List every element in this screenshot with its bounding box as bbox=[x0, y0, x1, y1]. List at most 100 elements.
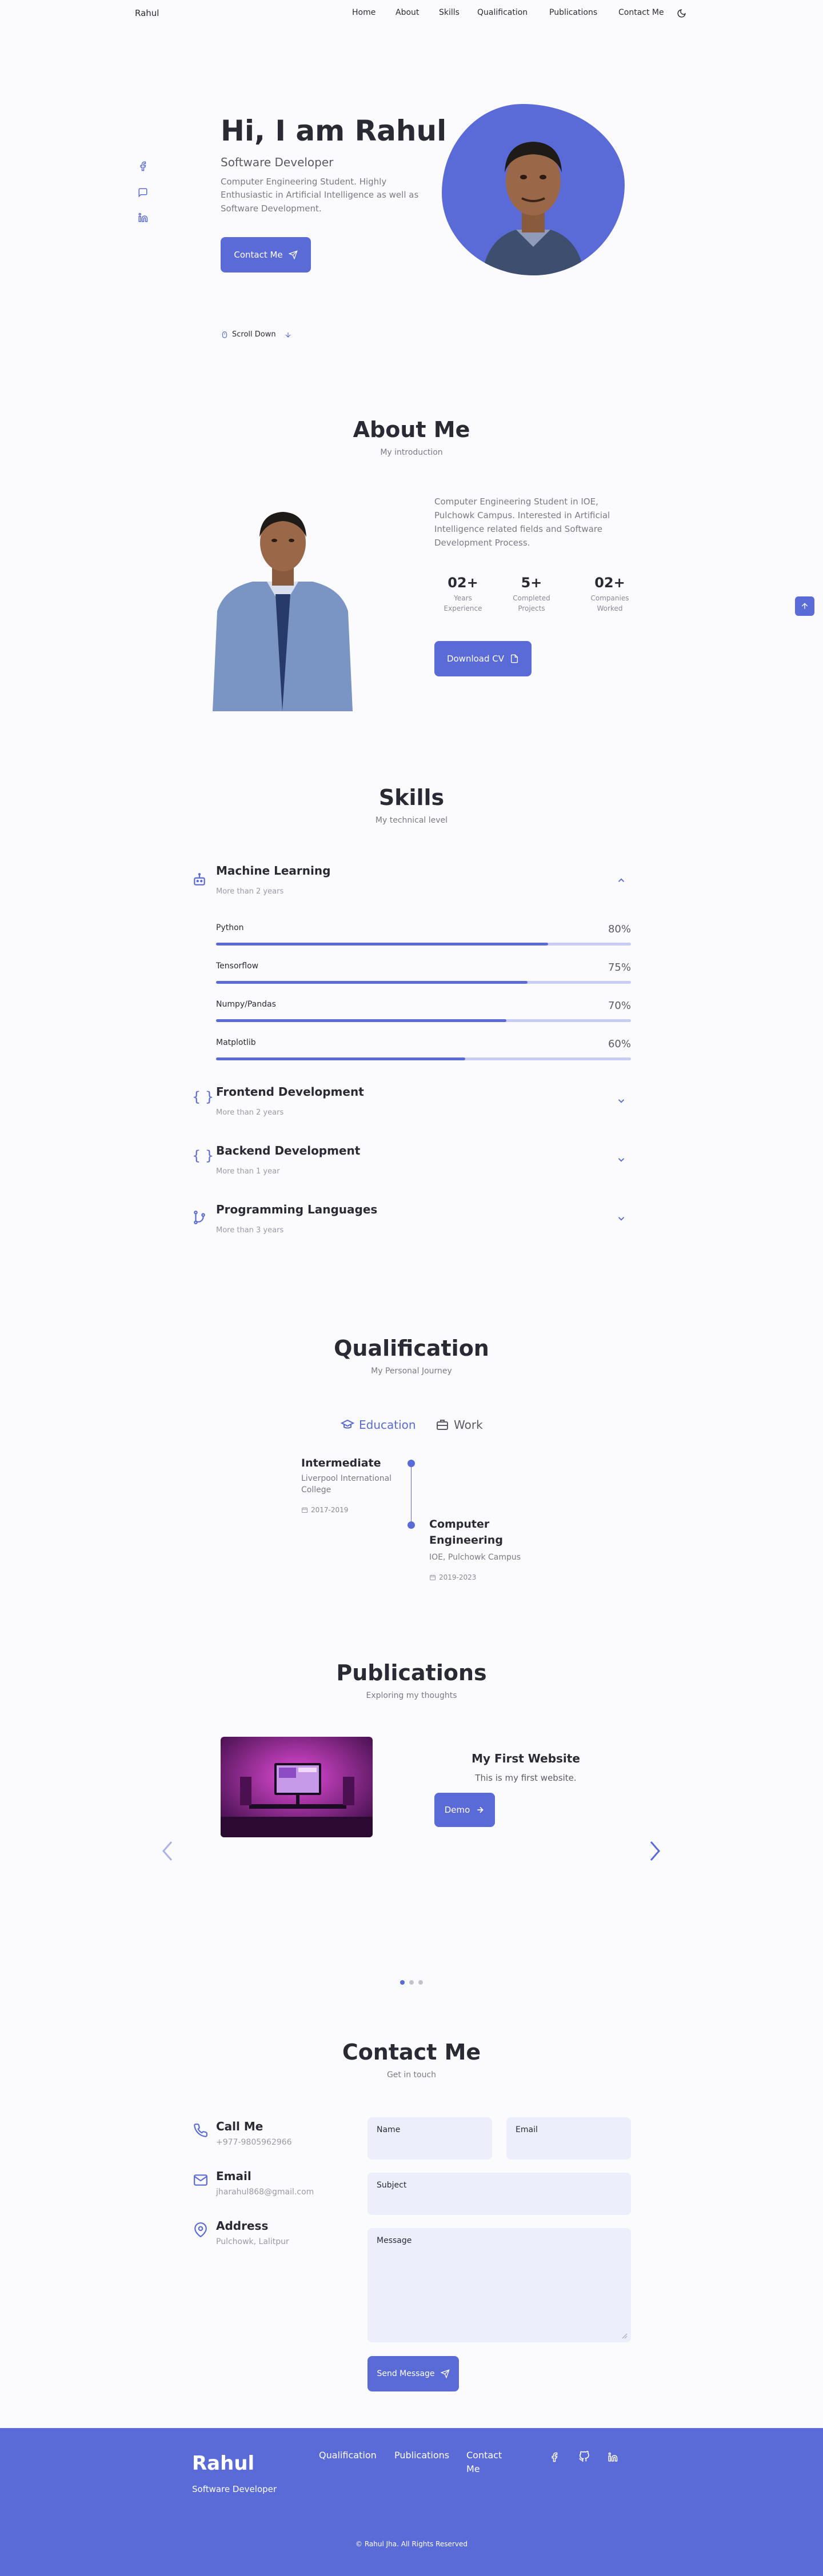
entry-title: Engineering bbox=[429, 1534, 503, 1547]
entry-date: 2017-2019 bbox=[301, 1506, 348, 1514]
git-branch-icon bbox=[194, 1211, 205, 1224]
footer-link-qualification[interactable]: Qualification bbox=[319, 2449, 377, 2462]
chevron-down-icon[interactable] bbox=[616, 1213, 626, 1224]
skills-subtitle: My technical level bbox=[375, 816, 448, 825]
category-subtitle: More than 2 years bbox=[216, 887, 284, 896]
chevron-down-icon[interactable] bbox=[616, 1096, 626, 1106]
publication-image bbox=[221, 1737, 373, 1837]
chevron-up-icon[interactable] bbox=[616, 875, 626, 886]
arrow-down-icon bbox=[285, 332, 291, 338]
category-title: Frontend Development bbox=[216, 1085, 364, 1099]
stat-experience: 02+ Years Experience bbox=[434, 575, 492, 614]
brand-logo[interactable]: Rahul bbox=[135, 8, 159, 18]
nav-contact[interactable]: Contact Me bbox=[618, 8, 664, 17]
skill-bar-fill bbox=[216, 1057, 465, 1060]
hero-subtitle: Software Developer bbox=[221, 155, 334, 169]
facebook-icon[interactable] bbox=[138, 161, 148, 171]
carousel-dot-active[interactable] bbox=[400, 1980, 405, 1985]
contact-info-value: +977-9805962966 bbox=[216, 2138, 292, 2147]
send-message-label: Send Message bbox=[377, 2369, 435, 2378]
skill-name: Matplotlib bbox=[216, 1038, 256, 1047]
entry-place: College bbox=[301, 1485, 331, 1495]
name-field[interactable]: Name bbox=[367, 2117, 492, 2160]
footer-contact-line2: Me bbox=[466, 2463, 480, 2474]
about-subtitle: My introduction bbox=[380, 448, 443, 457]
nav-home[interactable]: Home bbox=[352, 8, 375, 17]
tab-education-label: Education bbox=[359, 1418, 416, 1432]
contact-info-value: Pulchowk, Lalitpur bbox=[216, 2237, 289, 2246]
linkedin-icon[interactable] bbox=[138, 213, 148, 223]
entry-date: 2019-2023 bbox=[429, 1573, 476, 1581]
tab-work[interactable]: Work bbox=[436, 1418, 483, 1432]
mail-icon bbox=[194, 2174, 207, 2186]
demo-label: Demo bbox=[444, 1805, 470, 1815]
subject-field-label: Subject bbox=[377, 2181, 407, 2190]
stat-value: 02+ bbox=[594, 575, 625, 591]
timeline-line bbox=[411, 1463, 412, 1524]
footer-link-publications[interactable]: Publications bbox=[394, 2449, 449, 2462]
publications-title: Publications bbox=[336, 1660, 487, 1685]
footer-contact-line1: Contact bbox=[466, 2450, 502, 2461]
briefcase-icon bbox=[437, 1420, 448, 1430]
moon-icon[interactable] bbox=[677, 9, 686, 18]
email-field[interactable]: Email bbox=[506, 2117, 631, 2160]
facebook-icon[interactable] bbox=[549, 2452, 560, 2462]
send-icon bbox=[440, 2369, 450, 2378]
skill-percent: 80% bbox=[608, 923, 631, 935]
carousel-dot[interactable] bbox=[409, 1980, 414, 1985]
mouse-icon bbox=[222, 331, 227, 338]
resize-handle-icon[interactable] bbox=[622, 2333, 628, 2339]
category-title: Backend Development bbox=[216, 1144, 361, 1157]
nav-skills[interactable]: Skills bbox=[439, 8, 460, 17]
skill-bar-fill bbox=[216, 943, 548, 946]
skill-name: Numpy/Pandas bbox=[216, 1000, 276, 1009]
stat-label: Completed bbox=[513, 594, 550, 602]
stat-label: Years bbox=[454, 594, 472, 602]
braces-icon: { } bbox=[192, 1089, 214, 1105]
carousel-dot[interactable] bbox=[418, 1980, 423, 1985]
carousel-next-icon[interactable] bbox=[649, 1840, 661, 1862]
stat-label: Projects bbox=[518, 604, 545, 612]
entry-place: Liverpool International bbox=[301, 1474, 392, 1483]
category-subtitle: More than 1 year bbox=[216, 1167, 280, 1176]
publication-title: My First Website bbox=[472, 1752, 580, 1765]
download-cv-button[interactable]: Download CV bbox=[434, 641, 532, 676]
stat-value: 02+ bbox=[448, 575, 478, 591]
nav-about[interactable]: About bbox=[395, 8, 419, 17]
skill-percent: 75% bbox=[608, 962, 631, 973]
github-icon[interactable] bbox=[578, 2451, 590, 2462]
category-subtitle: More than 2 years bbox=[216, 1108, 284, 1117]
scroll-top-button[interactable] bbox=[795, 596, 814, 616]
footer-link-contact[interactable]: Contact Me bbox=[466, 2449, 502, 2476]
skill-percent: 70% bbox=[608, 1000, 631, 1012]
contact-subtitle: Get in touch bbox=[386, 2070, 437, 2080]
demo-button[interactable]: Demo bbox=[434, 1793, 495, 1827]
chevron-down-icon[interactable] bbox=[616, 1155, 626, 1165]
skill-percent: 60% bbox=[608, 1038, 631, 1050]
entry-date-label: 2019-2023 bbox=[439, 1573, 477, 1581]
tab-education[interactable]: Education bbox=[341, 1418, 416, 1432]
linkedin-icon[interactable] bbox=[608, 2452, 618, 2462]
send-message-button[interactable]: Send Message bbox=[367, 2356, 459, 2391]
skill-name: Python bbox=[216, 923, 244, 932]
message-field[interactable]: Message bbox=[367, 2228, 631, 2342]
skill-bar-fill bbox=[216, 981, 528, 984]
braces-icon: { } bbox=[192, 1148, 214, 1164]
category-subtitle: More than 3 years bbox=[216, 1226, 284, 1235]
profile-photo bbox=[482, 142, 585, 275]
footer-role: Software Developer bbox=[192, 2484, 277, 2494]
carousel-prev-icon[interactable] bbox=[161, 1840, 174, 1862]
entry-date-label: 2017-2019 bbox=[311, 1506, 349, 1514]
subject-field[interactable]: Subject bbox=[367, 2173, 631, 2215]
scroll-down-link[interactable]: Scroll Down bbox=[221, 330, 292, 339]
entry-title: Intermediate bbox=[301, 1457, 381, 1469]
graduation-cap-icon bbox=[341, 1419, 354, 1429]
nav-qualification[interactable]: Qualification bbox=[477, 8, 528, 17]
nav-publications[interactable]: Publications bbox=[549, 8, 597, 17]
contact-me-button[interactable]: Contact Me bbox=[221, 237, 311, 273]
about-photo bbox=[213, 508, 353, 711]
message-icon[interactable] bbox=[138, 187, 148, 198]
timeline-dot bbox=[407, 1521, 415, 1529]
send-icon bbox=[288, 250, 298, 259]
arrow-right-icon bbox=[477, 1806, 484, 1813]
